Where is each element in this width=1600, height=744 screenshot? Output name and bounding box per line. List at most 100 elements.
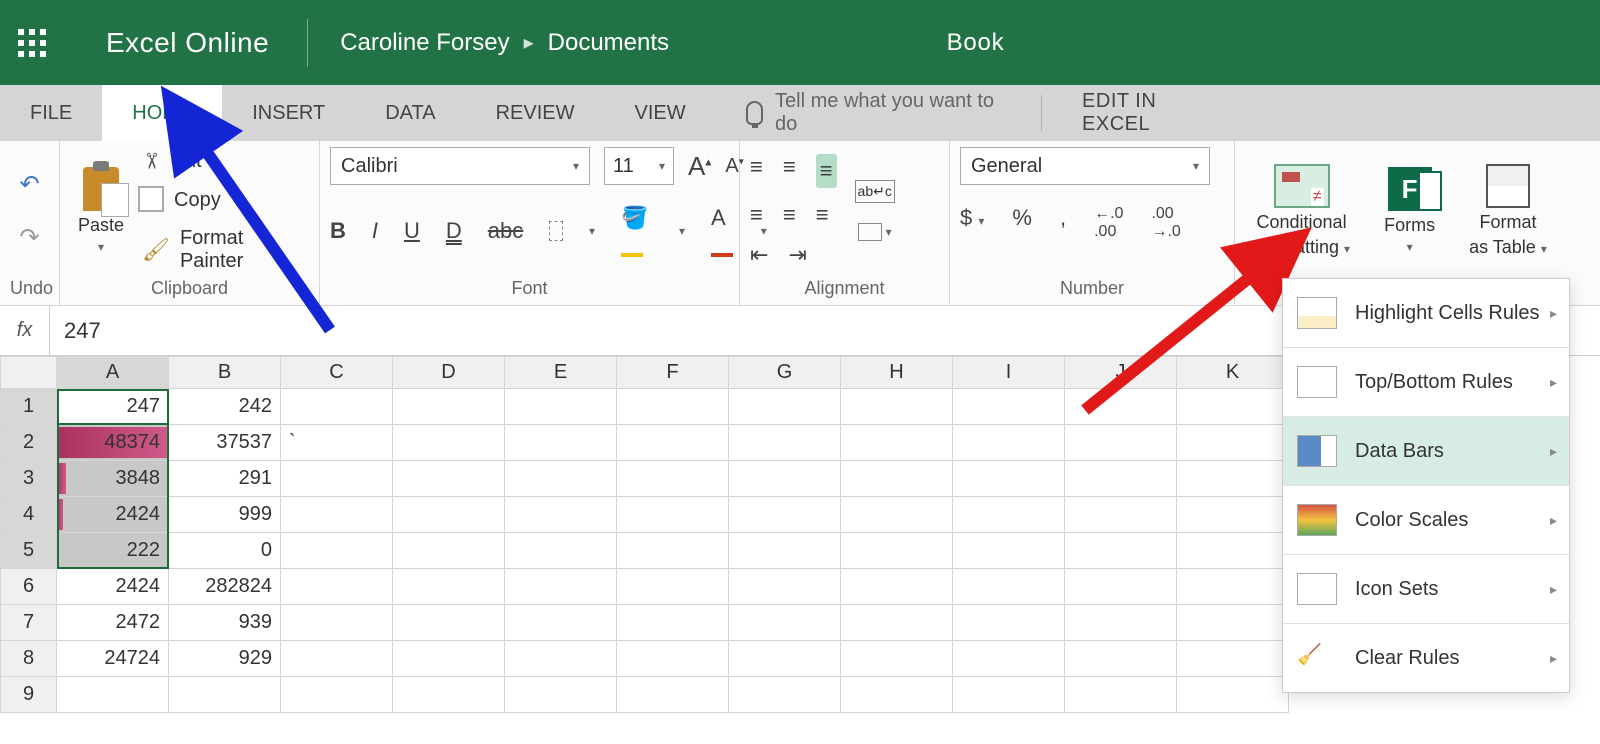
- tab-insert[interactable]: INSERT: [222, 85, 355, 141]
- cell-I7[interactable]: [953, 605, 1065, 641]
- cell-I5[interactable]: [953, 533, 1065, 569]
- cell-H8[interactable]: [841, 641, 953, 677]
- format-as-table-button[interactable]: Format as Table ▾: [1461, 160, 1555, 262]
- cell-K9[interactable]: [1177, 677, 1289, 713]
- cell-E8[interactable]: [505, 641, 617, 677]
- app-launcher-icon[interactable]: [18, 29, 46, 57]
- cell-H7[interactable]: [841, 605, 953, 641]
- column-header-E[interactable]: E: [505, 357, 617, 389]
- column-header-J[interactable]: J: [1065, 357, 1177, 389]
- cell-J3[interactable]: [1065, 461, 1177, 497]
- breadcrumb-location[interactable]: Documents: [548, 29, 669, 57]
- align-center-button[interactable]: ≡: [783, 202, 796, 228]
- cell-A4[interactable]: 2424: [57, 497, 169, 533]
- cell-H4[interactable]: [841, 497, 953, 533]
- row-header-6[interactable]: 6: [1, 569, 57, 605]
- cell-C7[interactable]: [281, 605, 393, 641]
- breadcrumb-user[interactable]: Caroline Forsey: [340, 29, 509, 57]
- merge-center-button[interactable]: ▾: [858, 223, 892, 241]
- cell-I6[interactable]: [953, 569, 1065, 605]
- tab-view[interactable]: VIEW: [605, 85, 716, 141]
- chevron-down-icon[interactable]: ▾: [679, 224, 685, 238]
- fx-label[interactable]: fx: [0, 306, 50, 355]
- cell-G2[interactable]: [729, 425, 841, 461]
- row-header-4[interactable]: 4: [1, 497, 57, 533]
- currency-button[interactable]: $ ▾: [960, 205, 984, 241]
- cell-I3[interactable]: [953, 461, 1065, 497]
- cell-C1[interactable]: [281, 389, 393, 425]
- tell-me-search[interactable]: Tell me what you want to do: [716, 85, 1041, 141]
- underline-button[interactable]: U: [404, 218, 420, 244]
- percent-button[interactable]: %: [1012, 205, 1032, 241]
- cell-B5[interactable]: 0: [169, 533, 281, 569]
- tab-file[interactable]: FILE: [0, 85, 102, 141]
- cell-F7[interactable]: [617, 605, 729, 641]
- cell-H2[interactable]: [841, 425, 953, 461]
- cell-C9[interactable]: [281, 677, 393, 713]
- align-top-button[interactable]: ≡: [750, 154, 763, 188]
- cell-F8[interactable]: [617, 641, 729, 677]
- cell-J1[interactable]: [1065, 389, 1177, 425]
- bold-button[interactable]: B: [330, 218, 346, 244]
- column-header-B[interactable]: B: [169, 357, 281, 389]
- row-header-8[interactable]: 8: [1, 641, 57, 677]
- cell-E7[interactable]: [505, 605, 617, 641]
- align-left-button[interactable]: ≡: [750, 202, 763, 228]
- cell-J4[interactable]: [1065, 497, 1177, 533]
- cell-B6[interactable]: 282824: [169, 569, 281, 605]
- cell-D4[interactable]: [393, 497, 505, 533]
- font-size-select[interactable]: 11▾: [604, 147, 674, 185]
- cell-D7[interactable]: [393, 605, 505, 641]
- cell-C2[interactable]: `: [281, 425, 393, 461]
- cell-G4[interactable]: [729, 497, 841, 533]
- row-header-1[interactable]: 1: [1, 389, 57, 425]
- column-header-F[interactable]: F: [617, 357, 729, 389]
- cell-D8[interactable]: [393, 641, 505, 677]
- column-header-G[interactable]: G: [729, 357, 841, 389]
- column-header-K[interactable]: K: [1177, 357, 1289, 389]
- cell-H9[interactable]: [841, 677, 953, 713]
- font-color-button[interactable]: A: [711, 205, 735, 257]
- conditional-formatting-button[interactable]: Conditional Formatting ▾: [1245, 160, 1358, 262]
- cell-J8[interactable]: [1065, 641, 1177, 677]
- cell-D1[interactable]: [393, 389, 505, 425]
- cell-A5[interactable]: 222: [57, 533, 169, 569]
- cell-E9[interactable]: [505, 677, 617, 713]
- column-header-I[interactable]: I: [953, 357, 1065, 389]
- cell-I1[interactable]: [953, 389, 1065, 425]
- copy-button[interactable]: Copy: [142, 189, 309, 212]
- cell-G7[interactable]: [729, 605, 841, 641]
- cell-G8[interactable]: [729, 641, 841, 677]
- row-header-5[interactable]: 5: [1, 533, 57, 569]
- cell-K2[interactable]: [1177, 425, 1289, 461]
- cell-K7[interactable]: [1177, 605, 1289, 641]
- cf-menu-highlight-cells[interactable]: Highlight Cells Rules▸: [1283, 279, 1569, 347]
- cell-J6[interactable]: [1065, 569, 1177, 605]
- cell-C5[interactable]: [281, 533, 393, 569]
- align-right-button[interactable]: ≡: [816, 202, 829, 228]
- cell-C6[interactable]: [281, 569, 393, 605]
- cf-menu-icon-sets[interactable]: Icon Sets▸: [1283, 555, 1569, 623]
- cell-C3[interactable]: [281, 461, 393, 497]
- cell-A6[interactable]: 2424: [57, 569, 169, 605]
- cell-F3[interactable]: [617, 461, 729, 497]
- decrease-decimal-button[interactable]: .00→.0: [1151, 205, 1180, 241]
- cell-G1[interactable]: [729, 389, 841, 425]
- redo-button[interactable]: ↷: [19, 223, 39, 252]
- cell-F5[interactable]: [617, 533, 729, 569]
- cell-B1[interactable]: 242: [169, 389, 281, 425]
- cell-D2[interactable]: [393, 425, 505, 461]
- cf-menu-top-bottom[interactable]: Top/Bottom Rules▸: [1283, 348, 1569, 416]
- format-painter-button[interactable]: 🖌Format Painter: [142, 227, 309, 273]
- cell-B8[interactable]: 929: [169, 641, 281, 677]
- double-underline-button[interactable]: D: [446, 218, 462, 244]
- borders-button[interactable]: [549, 221, 563, 241]
- cell-E3[interactable]: [505, 461, 617, 497]
- font-family-select[interactable]: Calibri▾: [330, 147, 590, 185]
- cut-button[interactable]: ✂Cut: [142, 148, 309, 174]
- chevron-down-icon[interactable]: ▾: [589, 224, 595, 238]
- cell-E6[interactable]: [505, 569, 617, 605]
- increase-font-button[interactable]: A▴: [688, 151, 711, 182]
- row-header-2[interactable]: 2: [1, 425, 57, 461]
- cell-K3[interactable]: [1177, 461, 1289, 497]
